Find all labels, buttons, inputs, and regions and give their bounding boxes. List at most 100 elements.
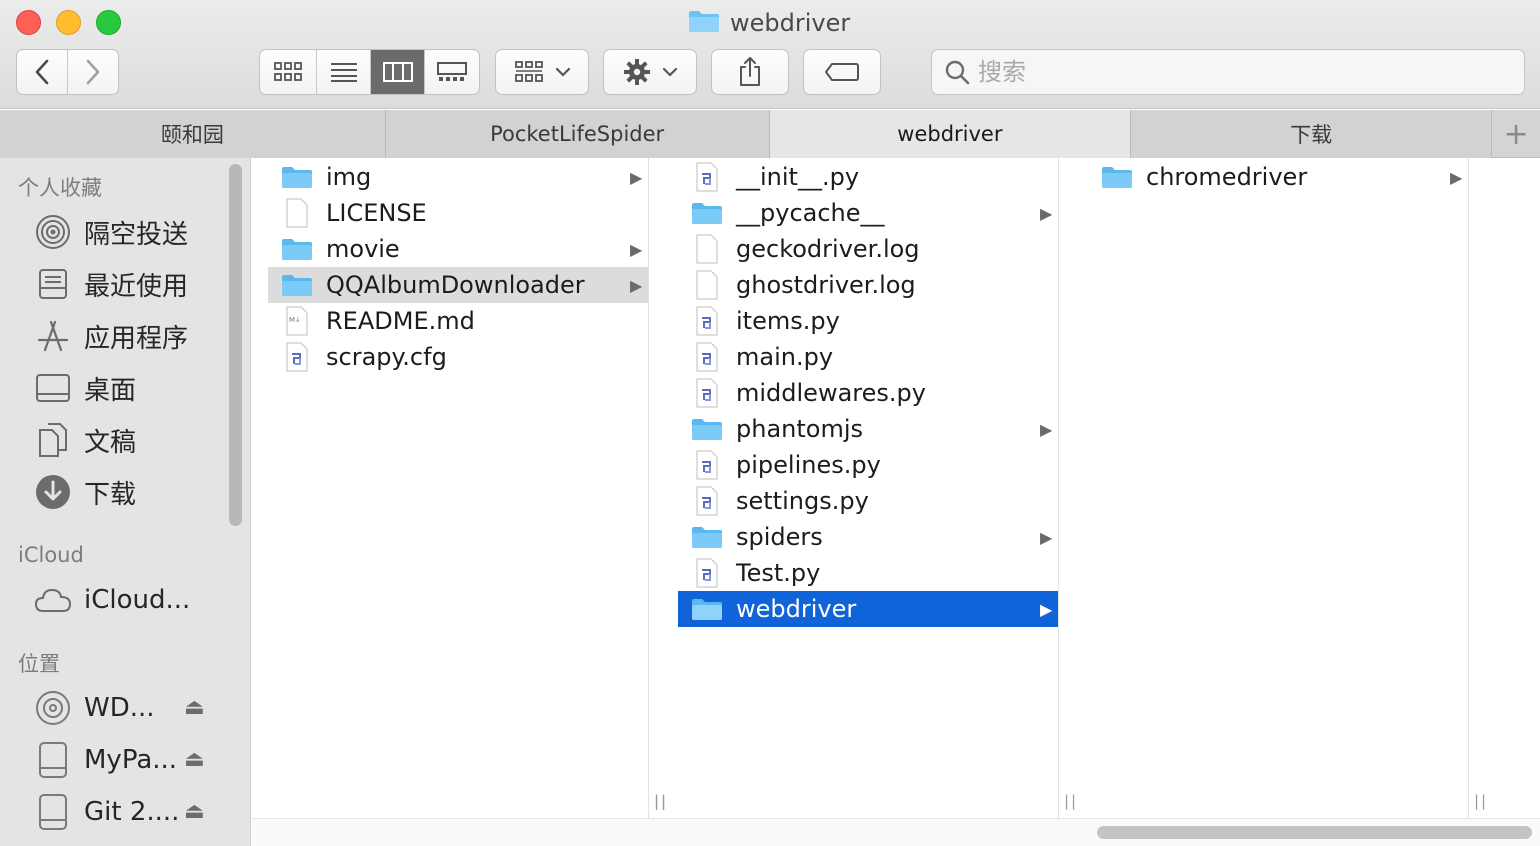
list-item-file[interactable]: settings.py (678, 483, 1058, 519)
gear-icon (624, 59, 650, 85)
action-menu-button[interactable] (603, 49, 697, 95)
list-item-file[interactable]: geckodriver.log (678, 231, 1058, 267)
python-file-icon (690, 162, 724, 192)
svg-text:M↓: M↓ (289, 316, 301, 324)
list-item-file[interactable]: Test.py (678, 555, 1058, 591)
list-item-file[interactable]: items.py (678, 303, 1058, 339)
column-resize-handle[interactable]: || (654, 792, 668, 810)
column-resize-handle[interactable]: || (1064, 792, 1078, 810)
item-name: middlewares.py (736, 379, 926, 407)
eject-icon[interactable]: ⏏ (184, 747, 205, 772)
forward-button[interactable] (68, 50, 119, 94)
tab-downloads[interactable]: 下载 (1131, 110, 1493, 158)
window-title-text: webdriver (730, 9, 851, 37)
list-item-file[interactable]: ghostdriver.log (678, 267, 1058, 303)
python-file-icon (280, 342, 314, 372)
list-item-file[interactable]: LICENSE (268, 195, 648, 231)
list-item-file[interactable]: middlewares.py (678, 375, 1058, 411)
item-name: __pycache__ (736, 199, 885, 227)
tab-label: PocketLifeSpider (490, 122, 665, 146)
tab-pocketlifespider[interactable]: PocketLifeSpider (385, 110, 770, 158)
disclosure-arrow-icon: ▶ (630, 167, 643, 187)
sidebar: 个人收藏 隔空投送 最近使用 应用程序 桌面 文稿 下载 iCloud iClo… (0, 158, 251, 846)
sidebar-item-icloud-drive[interactable]: iCloud... (34, 578, 234, 622)
sidebar-section-favorites: 个人收藏 (18, 176, 102, 200)
python-file-icon (690, 450, 724, 480)
sidebar-item-desktop[interactable]: 桌面 (34, 366, 234, 410)
sidebar-scrollbar[interactable] (229, 164, 242, 526)
tab-webdriver[interactable]: webdriver (769, 110, 1132, 158)
zoom-window-button[interactable] (96, 10, 121, 35)
python-file-icon (690, 342, 724, 372)
sidebar-item-recents[interactable]: 最近使用 (34, 262, 234, 306)
item-name: spiders (736, 523, 823, 551)
list-item-file[interactable]: pipelines.py (678, 447, 1058, 483)
group-by-button[interactable] (495, 49, 589, 95)
tab-label: 颐和园 (160, 123, 224, 147)
folder-icon (1100, 162, 1134, 192)
folder-icon (690, 522, 724, 552)
list-item-folder[interactable]: movie ▶ (268, 231, 648, 267)
list-item-file[interactable]: M↓ README.md (268, 303, 648, 339)
list-item-file[interactable]: main.py (678, 339, 1058, 375)
disk-icon (34, 689, 72, 727)
list-item-folder[interactable]: phantomjs ▶ (678, 411, 1058, 447)
python-file-icon (690, 306, 724, 336)
document-icon (280, 198, 314, 228)
browser-column-2: __init__.py __pycache__ ▶ geckodriver.lo… (654, 158, 1076, 818)
sidebar-section-locations: 位置 (18, 652, 60, 676)
minimize-window-button[interactable] (56, 10, 81, 35)
chevron-down-icon (663, 67, 677, 77)
list-item-file[interactable]: __init__.py (678, 159, 1058, 195)
list-item-folder-selected[interactable]: QQAlbumDownloader ▶ (268, 267, 648, 303)
item-name: README.md (326, 307, 475, 335)
list-item-folder-selected[interactable]: webdriver ▶ (678, 591, 1058, 627)
chevron-down-icon (556, 67, 570, 77)
item-name: LICENSE (326, 199, 427, 227)
sidebar-item-label: 下载 (84, 479, 137, 510)
downloads-icon (34, 473, 72, 511)
column-view-button[interactable] (371, 50, 425, 94)
sidebar-item-label: 最近使用 (84, 271, 189, 302)
list-item-folder[interactable]: __pycache__ ▶ (678, 195, 1058, 231)
search-field[interactable] (931, 49, 1525, 95)
recents-icon (34, 265, 72, 303)
gallery-icon (437, 62, 467, 81)
eject-icon[interactable]: ⏏ (184, 695, 205, 720)
python-file-icon (690, 558, 724, 588)
list-item-folder[interactable]: chromedriver ▶ (1088, 159, 1468, 195)
share-button[interactable] (711, 49, 789, 95)
disclosure-arrow-icon: ▶ (1450, 167, 1463, 187)
chevron-right-icon (86, 59, 100, 85)
sidebar-item-applications[interactable]: 应用程序 (34, 314, 234, 358)
list-item-folder[interactable]: img ▶ (268, 159, 648, 195)
item-name: img (326, 163, 372, 191)
documents-icon (34, 421, 72, 459)
edit-tags-button[interactable] (803, 49, 881, 95)
sidebar-item-documents[interactable]: 文稿 (34, 418, 234, 462)
new-tab-button[interactable]: + (1492, 110, 1540, 158)
horizontal-scrollbar[interactable] (1097, 826, 1532, 839)
python-file-icon (690, 378, 724, 408)
eject-icon[interactable]: ⏏ (184, 799, 205, 824)
disclosure-arrow-icon: ▶ (630, 239, 643, 259)
item-name: __init__.py (736, 163, 860, 191)
sidebar-item-airdrop[interactable]: 隔空投送 (34, 210, 234, 254)
group-grid-icon (515, 61, 543, 82)
icon-view-button[interactable] (260, 50, 317, 94)
close-window-button[interactable] (16, 10, 41, 35)
list-item-folder[interactable]: spiders ▶ (678, 519, 1058, 555)
search-input[interactable] (978, 58, 1498, 86)
item-name: scrapy.cfg (326, 343, 447, 371)
item-name: phantomjs (736, 415, 864, 443)
tag-icon (825, 63, 859, 81)
column-resize-handle[interactable]: || (1474, 792, 1488, 810)
gallery-view-button[interactable] (425, 50, 479, 94)
back-button[interactable] (17, 50, 68, 94)
sidebar-item-downloads[interactable]: 下载 (34, 470, 234, 514)
list-view-button[interactable] (317, 50, 371, 94)
document-icon (690, 234, 724, 264)
view-mode-selector (259, 49, 480, 95)
tab-yiheyuan[interactable]: 颐和园 (0, 110, 386, 158)
list-item-file[interactable]: scrapy.cfg (268, 339, 648, 375)
